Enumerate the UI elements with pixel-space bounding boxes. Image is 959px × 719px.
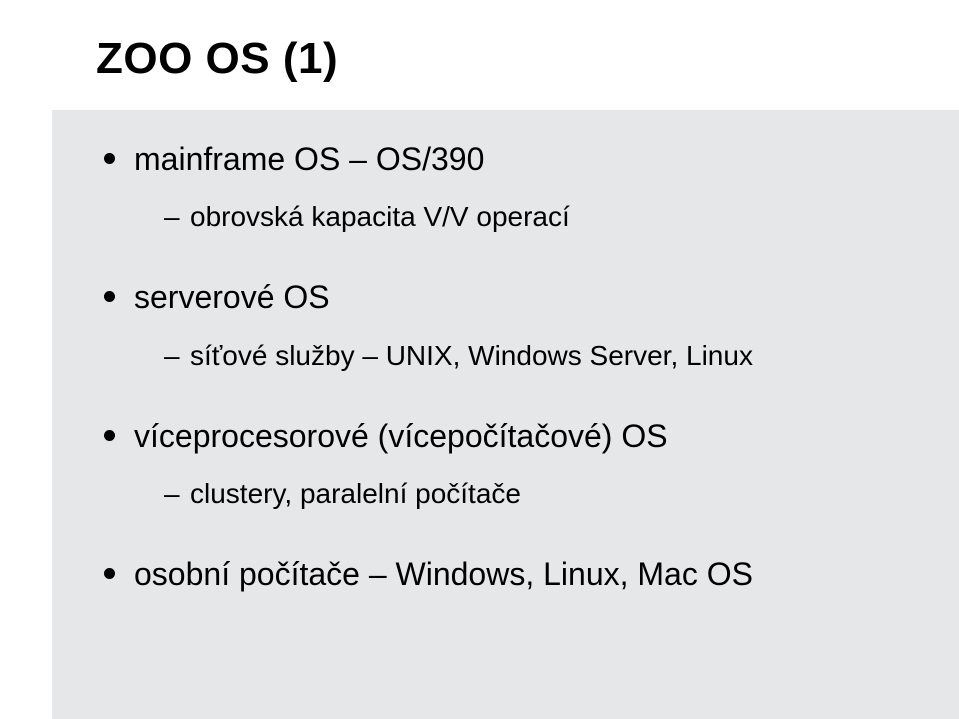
slide: ZOO OS (1) mainframe OS – OS/390 obrovsk… [0,0,959,719]
list-item-text: síťové služby – UNIX, Windows Server, Li… [190,340,753,371]
list-item-text: mainframe OS – OS/390 [134,141,484,177]
list-item: víceprocesorové (vícepočítačové) OS clus… [100,413,919,515]
slide-body-panel: mainframe OS – OS/390 obrovská kapacita … [52,110,959,719]
slide-title: ZOO OS (1) [96,34,338,84]
list-item-text: clustery, paralelní počítače [190,478,521,509]
list-item-text: serverové OS [134,279,330,315]
sub-list: obrovská kapacita V/V operací [134,196,919,238]
list-item: serverové OS síťové služby – UNIX, Windo… [100,274,919,376]
list-item-text: osobní počítače – Windows, Linux, Mac OS [134,556,753,592]
sub-list: clustery, paralelní počítače [134,473,919,515]
list-item: clustery, paralelní počítače [164,473,919,515]
list-item: síťové služby – UNIX, Windows Server, Li… [164,335,919,377]
list-item: osobní počítače – Windows, Linux, Mac OS [100,551,919,597]
sub-list: síťové služby – UNIX, Windows Server, Li… [134,335,919,377]
bullet-list: mainframe OS – OS/390 obrovská kapacita … [100,136,919,598]
list-item: mainframe OS – OS/390 obrovská kapacita … [100,136,919,238]
list-item-text: víceprocesorové (vícepočítačové) OS [134,418,668,454]
list-item-text: obrovská kapacita V/V operací [190,201,570,232]
list-item: obrovská kapacita V/V operací [164,196,919,238]
